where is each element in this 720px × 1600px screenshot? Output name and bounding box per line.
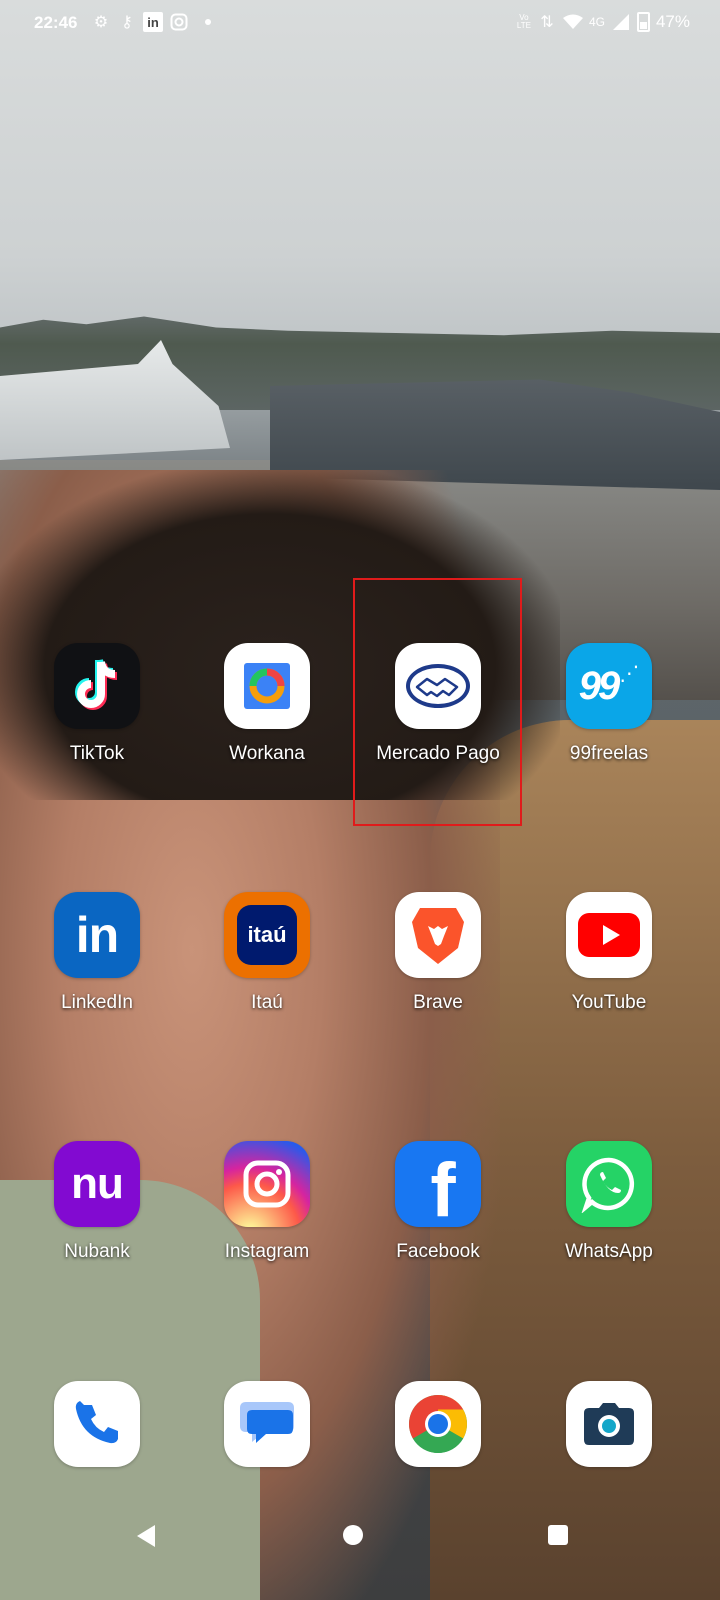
dock-camera[interactable]: [524, 1381, 694, 1467]
app-label: Nubank: [64, 1241, 130, 1262]
99freelas-icon: 99 ⋰: [566, 643, 652, 729]
linkedin-icon: in: [54, 892, 140, 978]
app-99freelas[interactable]: 99 ⋰ 99freelas: [524, 643, 694, 765]
dock-messages[interactable]: [182, 1381, 352, 1467]
instagram-icon: [169, 12, 189, 32]
notification-icons: ⚙ ⚷ in: [91, 12, 211, 32]
app-instagram[interactable]: Instagram: [182, 1141, 352, 1263]
navigation-bar: [0, 1500, 720, 1600]
app-label: 99freelas: [569, 743, 649, 764]
app-label: YouTube: [571, 992, 647, 1013]
app-label: Workana: [229, 743, 305, 764]
wifi-icon: [562, 12, 583, 32]
recents-icon[interactable]: [548, 1525, 568, 1545]
app-label: Instagram: [224, 1241, 310, 1262]
network-type: 4G: [588, 15, 605, 29]
battery-percent: 47%: [655, 12, 690, 31]
instagram-icon: [224, 1141, 310, 1227]
workana-icon: [224, 643, 310, 729]
app-label: LinkedIn: [61, 992, 133, 1013]
status-bar: 22:46 ⚙ ⚷ in Vo LTE ⇅ 4G 47%: [0, 0, 720, 48]
app-workana[interactable]: Workana: [182, 643, 352, 765]
app-itau[interactable]: itaú Itaú: [182, 892, 352, 1014]
messages-icon: [224, 1381, 310, 1467]
highlight-box: [353, 578, 522, 826]
app-whatsapp[interactable]: WhatsApp: [524, 1141, 694, 1263]
app-tiktok[interactable]: TikTok: [12, 643, 182, 765]
back-icon[interactable]: [137, 1525, 155, 1547]
app-label: Itaú: [251, 992, 283, 1013]
facebook-icon: f: [395, 1141, 481, 1227]
app-nubank[interactable]: nu Nubank: [12, 1141, 182, 1263]
app-youtube[interactable]: YouTube: [524, 892, 694, 1014]
phone-icon: [54, 1381, 140, 1467]
app-brave[interactable]: Brave: [353, 892, 523, 1014]
camera-icon: [566, 1381, 652, 1467]
app-label: WhatsApp: [565, 1241, 653, 1262]
data-arrows-icon: ⇅: [540, 14, 554, 31]
status-time: 22:46: [34, 13, 78, 32]
app-label: Brave: [413, 992, 463, 1013]
volte-icon: Vo LTE: [516, 13, 531, 30]
vpn-key-icon: ⚷: [121, 14, 133, 31]
app-label: TikTok: [69, 743, 125, 764]
youtube-play-icon: [566, 892, 652, 978]
more-notifications-dot-icon: [205, 19, 211, 25]
system-status-icons: Vo LTE ⇅ 4G 47%: [517, 12, 690, 32]
app-label: Facebook: [396, 1241, 480, 1262]
app-linkedin[interactable]: in LinkedIn: [12, 892, 182, 1014]
dock-phone[interactable]: [12, 1381, 182, 1467]
home-icon[interactable]: [343, 1525, 363, 1545]
chrome-icon: [395, 1381, 481, 1467]
battery-icon: [636, 12, 650, 32]
linkedin-icon: in: [143, 12, 163, 32]
whatsapp-icon: [566, 1141, 652, 1227]
brave-lion-icon: [395, 892, 481, 978]
app-facebook[interactable]: f Facebook: [353, 1141, 523, 1263]
nubank-icon: nu: [54, 1141, 140, 1227]
dock-chrome[interactable]: [353, 1381, 523, 1467]
tiktok-icon: [54, 643, 140, 729]
signal-icon: [611, 12, 631, 32]
settings-gear-icon: ⚙: [93, 14, 109, 31]
itau-icon: itaú: [224, 892, 310, 978]
